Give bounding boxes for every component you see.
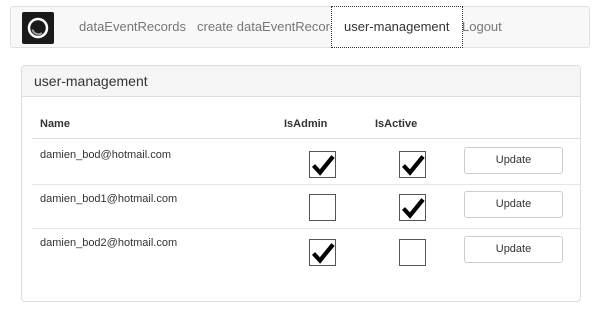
nav-item-logout[interactable]: Logout [462,7,502,47]
row-divider [32,184,581,185]
column-header-name: Name [40,118,70,130]
table-header-divider [32,138,581,139]
navbar: dataEventRecords create dataEventRecord … [10,6,590,48]
isadmin-checkbox[interactable] [309,151,336,178]
row-divider [32,228,581,229]
isadmin-checkbox[interactable] [309,239,336,266]
user-name-cell: damien_bod@hotmail.com [40,149,172,161]
checkmark-icon [311,243,335,264]
logo-icon [27,17,49,39]
isactive-checkbox[interactable] [399,194,426,221]
nav-item-user-management[interactable]: user-management [331,6,463,48]
update-button[interactable]: Update [464,191,563,218]
panel-heading: user-management [22,66,580,97]
user-name-cell: damien_bod2@hotmail.com [40,237,178,249]
update-button[interactable]: Update [464,147,563,174]
isactive-checkbox[interactable] [399,151,426,178]
checkmark-icon [311,155,335,176]
column-header-isadmin: IsAdmin [284,118,328,130]
isactive-checkbox[interactable] [399,239,426,266]
checkmark-icon [401,198,425,219]
column-header-isactive: IsActive [375,118,418,130]
checkmark-icon [401,155,425,176]
nav-item-create-dataeventrecord[interactable]: create dataEventRecord [197,7,337,47]
user-management-panel: user-management Name IsAdmin IsActive da… [21,65,581,302]
isadmin-checkbox[interactable] [309,194,336,221]
user-name-cell: damien_bod1@hotmail.com [40,193,178,205]
nav-item-dataeventrecords[interactable]: dataEventRecords [79,7,186,47]
update-button[interactable]: Update [464,236,563,263]
logo[interactable] [22,12,54,44]
